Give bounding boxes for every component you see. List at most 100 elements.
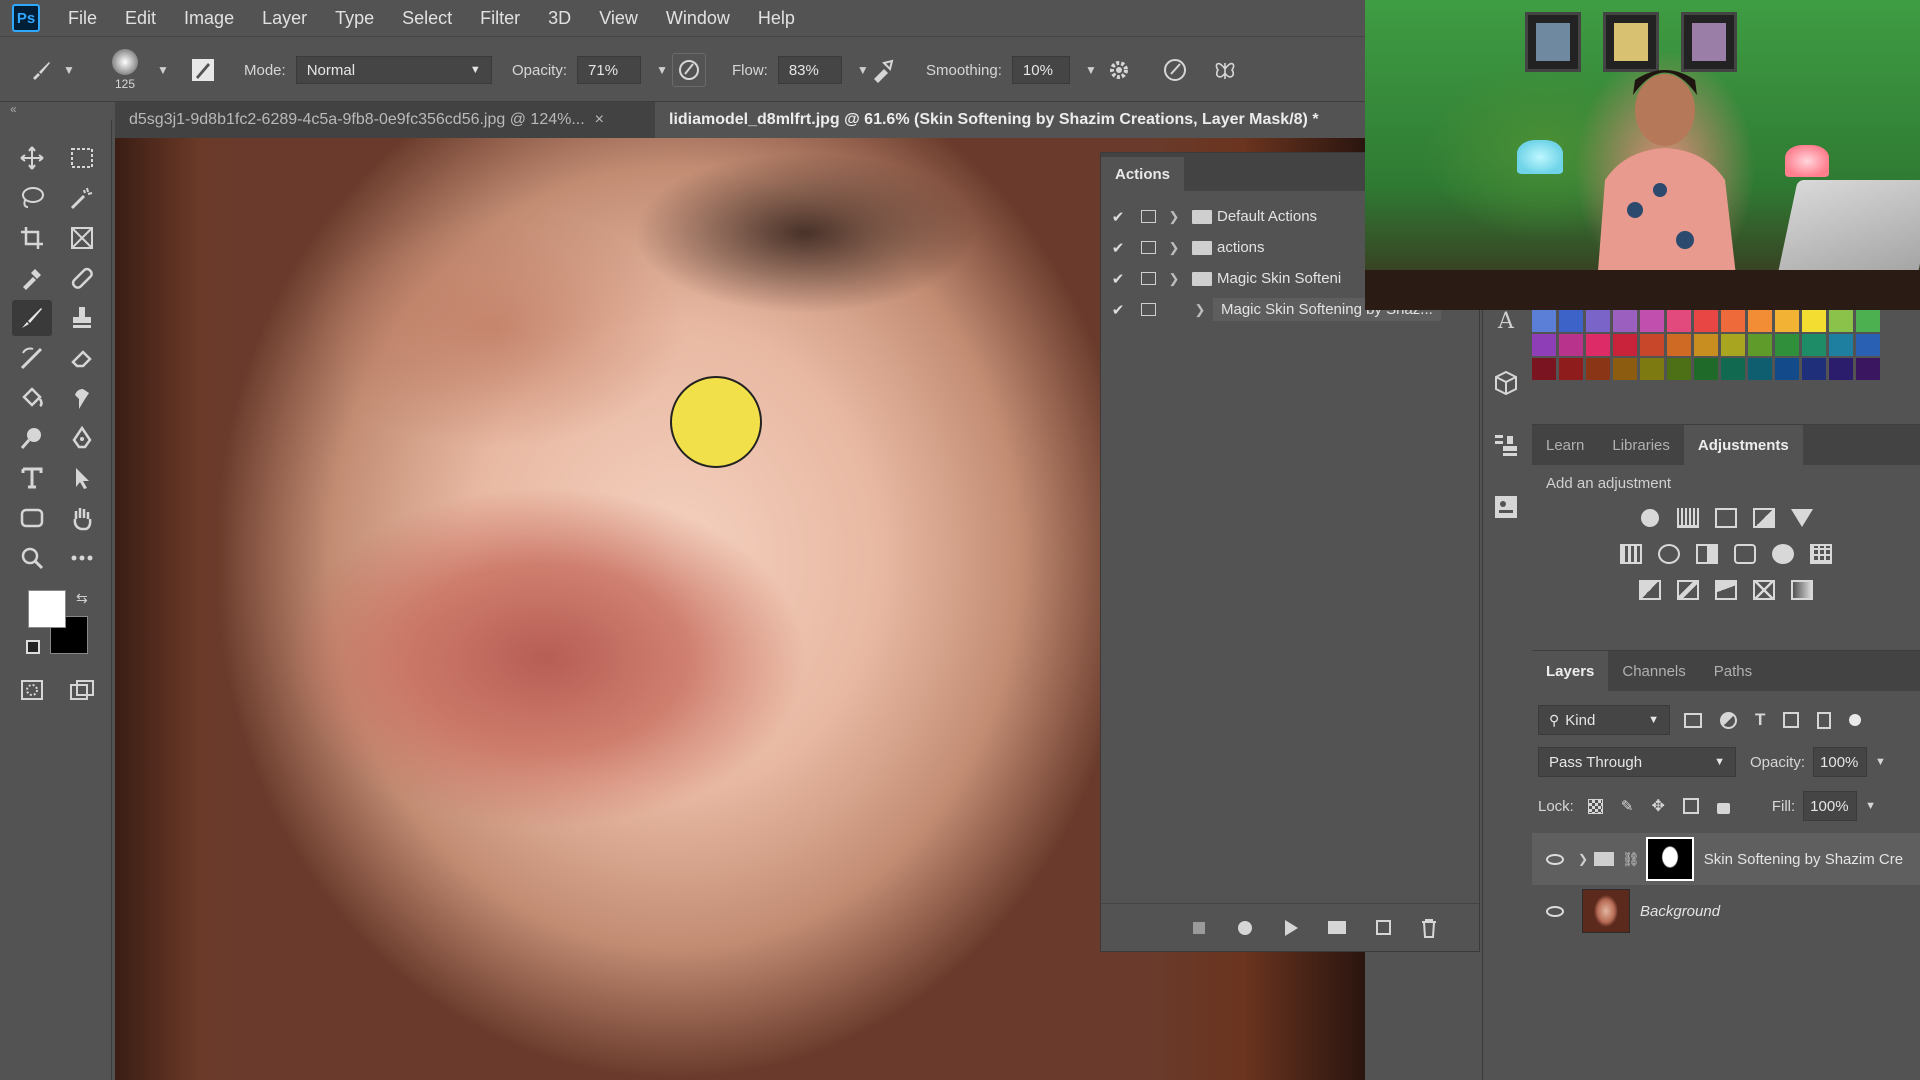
- color-swatch[interactable]: [1856, 358, 1880, 380]
- toggle-item-checkmark-icon[interactable]: ✔: [1101, 208, 1135, 226]
- color-swatch[interactable]: [1829, 358, 1853, 380]
- collapse-toolbar-icon[interactable]: «: [0, 102, 115, 120]
- tab-actions[interactable]: Actions: [1101, 157, 1185, 191]
- tab-adjustments[interactable]: Adjustments: [1683, 425, 1803, 465]
- gradient-map-icon[interactable]: [1788, 576, 1816, 604]
- opacity-chevron-down-icon[interactable]: ▼: [651, 56, 673, 84]
- mode-select[interactable]: Normal ▼: [295, 56, 492, 84]
- black-white-icon[interactable]: [1693, 540, 1721, 568]
- filter-shape-icon[interactable]: [1783, 712, 1800, 728]
- mask-link-chain-icon[interactable]: ⛓: [1622, 851, 1640, 868]
- layer-opacity-input[interactable]: 100%: [1813, 747, 1868, 777]
- filter-adjustment-icon[interactable]: [1720, 711, 1737, 729]
- color-swatch[interactable]: [1586, 334, 1610, 356]
- zoom-tool-icon[interactable]: [12, 540, 52, 576]
- gradient-triangle-icon[interactable]: [1788, 504, 1816, 532]
- flow-input[interactable]: 83%: [777, 56, 842, 84]
- stop-icon[interactable]: [1187, 916, 1211, 940]
- smoothing-options-gear-icon[interactable]: [1102, 53, 1136, 87]
- color-swatch[interactable]: [1532, 358, 1556, 380]
- menu-3d[interactable]: 3D: [534, 8, 585, 29]
- menu-type[interactable]: Type: [321, 8, 388, 29]
- eraser-tool-icon[interactable]: [62, 340, 102, 376]
- color-swatch[interactable]: [1640, 334, 1664, 356]
- hue-saturation-icon[interactable]: [1617, 540, 1645, 568]
- chevron-down-icon[interactable]: ❯: [1161, 271, 1187, 287]
- path-selection-tool-icon[interactable]: [62, 460, 102, 496]
- color-swatch[interactable]: [1802, 310, 1826, 332]
- tab-paths[interactable]: Paths: [1700, 651, 1766, 691]
- menu-select[interactable]: Select: [388, 8, 466, 29]
- fill-input[interactable]: 100%: [1803, 791, 1858, 821]
- visibility-eye-icon[interactable]: [1532, 905, 1578, 917]
- frame-tool-icon[interactable]: [62, 220, 102, 256]
- color-lookup-icon[interactable]: [1807, 540, 1835, 568]
- color-swatch[interactable]: [1748, 310, 1772, 332]
- quick-mask-icon[interactable]: [12, 672, 52, 708]
- menu-filter[interactable]: Filter: [466, 8, 534, 29]
- color-swatch[interactable]: [1802, 334, 1826, 356]
- blend-mode-select[interactable]: Pass Through ▼: [1538, 747, 1736, 777]
- marquee-tool-icon[interactable]: [62, 140, 102, 176]
- color-swatch[interactable]: [1856, 310, 1880, 332]
- visibility-eye-icon[interactable]: [1532, 853, 1578, 865]
- tool-preset-chevron-down-icon[interactable]: ▼: [58, 56, 80, 84]
- toggle-item-checkmark-icon[interactable]: ✔: [1101, 270, 1135, 288]
- curves-icon[interactable]: [1712, 504, 1740, 532]
- opacity-chevron-down-icon[interactable]: ▼: [1875, 756, 1886, 768]
- toggle-item-checkmark-icon[interactable]: ✔: [1101, 301, 1135, 319]
- color-swatch[interactable]: [1829, 334, 1853, 356]
- magic-wand-tool-icon[interactable]: [62, 180, 102, 216]
- lasso-tool-icon[interactable]: [12, 180, 52, 216]
- history-brush-tool-icon[interactable]: [12, 340, 52, 376]
- new-action-icon[interactable]: [1371, 916, 1395, 940]
- color-swatch[interactable]: [1694, 334, 1718, 356]
- rectangle-tool-icon[interactable]: [12, 500, 52, 536]
- brightness-contrast-icon[interactable]: [1636, 504, 1664, 532]
- color-swatch[interactable]: [1532, 310, 1556, 332]
- paint-bucket-tool-icon[interactable]: [12, 380, 52, 416]
- color-swatch[interactable]: [1694, 358, 1718, 380]
- color-swatch[interactable]: [1721, 358, 1745, 380]
- color-balance-icon[interactable]: [1655, 540, 1683, 568]
- healing-brush-tool-icon[interactable]: [62, 260, 102, 296]
- filter-pixel-icon[interactable]: [1684, 712, 1702, 728]
- filter-type-icon[interactable]: T: [1755, 710, 1765, 730]
- color-swatch[interactable]: [1559, 334, 1583, 356]
- record-icon[interactable]: [1233, 916, 1257, 940]
- lock-all-icon[interactable]: [1716, 802, 1730, 814]
- color-swatch[interactable]: [1586, 310, 1610, 332]
- tab-document-1[interactable]: d5sg3j1-9d8b1fc2-6289-4c5a-9fb8-0e9fc356…: [115, 102, 655, 138]
- toggle-dialog-icon[interactable]: [1135, 241, 1161, 254]
- hand-tool-icon[interactable]: [62, 500, 102, 536]
- color-swatch[interactable]: [1613, 334, 1637, 356]
- layer-row-background[interactable]: Background: [1532, 885, 1920, 937]
- clone-source-icon[interactable]: [1483, 414, 1529, 476]
- default-colors-icon[interactable]: [26, 640, 40, 654]
- color-swatch[interactable]: [1613, 358, 1637, 380]
- eyedropper-tool-icon[interactable]: [12, 260, 52, 296]
- smoothing-input[interactable]: 10%: [1011, 56, 1070, 84]
- toggle-item-checkmark-icon[interactable]: ✔: [1101, 239, 1135, 257]
- properties-panel-icon[interactable]: [1483, 476, 1529, 538]
- menu-edit[interactable]: Edit: [111, 8, 170, 29]
- delete-trash-icon[interactable]: [1417, 916, 1441, 940]
- color-swatch[interactable]: [1559, 310, 1583, 332]
- pen-tool-icon[interactable]: [62, 420, 102, 456]
- color-swatch[interactable]: [1586, 358, 1610, 380]
- play-icon[interactable]: [1279, 916, 1303, 940]
- chevron-right-icon[interactable]: ❯: [1161, 240, 1187, 256]
- layer-mask-thumbnail[interactable]: [1645, 837, 1694, 881]
- levels-icon[interactable]: [1674, 504, 1702, 532]
- 3d-cube-icon[interactable]: [1483, 352, 1529, 414]
- type-tool-icon[interactable]: [12, 460, 52, 496]
- brush-tool-icon[interactable]: [24, 53, 58, 87]
- exposure-icon[interactable]: [1750, 504, 1778, 532]
- close-icon[interactable]: ×: [595, 111, 604, 129]
- color-swatch[interactable]: [1640, 358, 1664, 380]
- color-swatch[interactable]: [1775, 334, 1799, 356]
- toggle-dialog-icon[interactable]: [1135, 272, 1161, 285]
- lock-transparent-pixels-icon[interactable]: [1587, 798, 1603, 814]
- brush-preview-icon[interactable]: [112, 49, 138, 75]
- color-swatch[interactable]: [1829, 310, 1853, 332]
